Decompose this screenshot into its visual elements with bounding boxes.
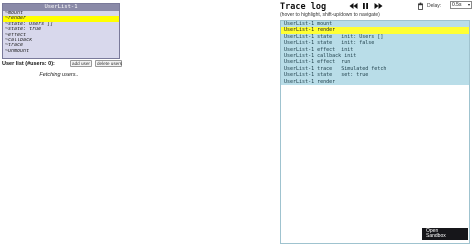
delay-select[interactable]: 0.5s ▾ <box>450 1 472 9</box>
hook-list: ~mount ~render ~state: Users [] ~state: tru… <box>3 11 119 54</box>
sandbox-label-line2: Sandbox <box>426 233 446 239</box>
fetching-status: Fetching users.. <box>39 72 79 78</box>
trace-row[interactable]: UserList-1 render <box>281 79 469 85</box>
delay-value: 0.5s <box>452 2 462 8</box>
rewind-icon[interactable] <box>349 2 358 10</box>
chevron-down-icon: ▾ <box>467 2 470 7</box>
delay-label: Delay: <box>427 3 442 9</box>
user-list-title: User list (#users: 0): <box>2 61 55 67</box>
fast-forward-icon[interactable] <box>374 2 383 10</box>
trace-log-hint: (hover to highlight, shift-up/down to na… <box>280 12 380 18</box>
trace-list: UserList-1 mount UserList-1 render UserLis… <box>281 21 469 85</box>
trace-log-title: Trace log <box>280 2 327 12</box>
trash-icon[interactable] <box>417 2 424 10</box>
user-list-header: User list (#users: 0): add user delete u… <box>2 60 122 68</box>
pause-icon[interactable] <box>362 2 369 10</box>
component-box: UserList-1 ~mount ~render ~state: Users []… <box>2 3 120 59</box>
component-title: UserList-1 <box>3 4 119 11</box>
hook-item[interactable]: ~unmount <box>3 49 119 54</box>
open-sandbox-button[interactable]: Open Sandbox <box>422 228 468 240</box>
add-user-button[interactable]: add user <box>70 60 92 67</box>
delete-users-button[interactable]: delete users <box>95 60 122 67</box>
trace-log-panel[interactable]: UserList-1 mount UserList-1 render UserLis… <box>280 20 470 244</box>
